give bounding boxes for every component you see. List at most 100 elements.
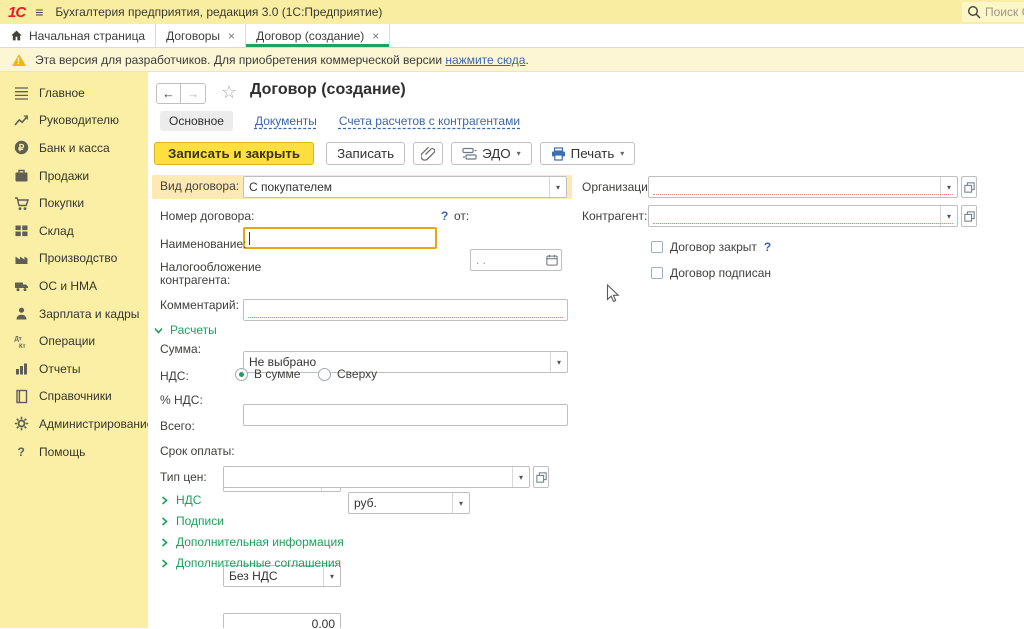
chevron-right-icon xyxy=(159,558,170,569)
sidebar-item-pokupki[interactable]: Покупки xyxy=(0,189,148,217)
print-button[interactable]: Печать ▾ xyxy=(540,142,636,165)
chevron-down-icon[interactable]: ▾ xyxy=(512,467,529,487)
1c-logo-icon: 1С xyxy=(8,4,25,21)
sidebar-label: Операции xyxy=(39,334,95,348)
window-tabbar: Начальная страница Договоры × Договор (с… xyxy=(0,24,1024,48)
svg-text:Дт: Дт xyxy=(15,336,22,342)
chevron-right-icon xyxy=(159,537,170,548)
nav-tab-osnovnoe[interactable]: Основное xyxy=(160,111,233,131)
sidebar-label: Продажи xyxy=(39,169,89,183)
nds-label: НДС: xyxy=(160,369,189,383)
chevron-down-icon[interactable]: ▾ xyxy=(452,493,469,513)
bar-chart-icon xyxy=(14,361,29,376)
chevron-down-icon[interactable]: ▾ xyxy=(940,177,957,197)
app-title: Бухгалтерия предприятия, редакция 3.0 (1… xyxy=(55,5,382,19)
sidebar-label: Администрирование xyxy=(39,417,153,431)
sidebar-item-administrirovanie[interactable]: Администрирование xyxy=(0,410,148,438)
currency-combo[interactable]: руб. ▾ xyxy=(348,492,470,514)
section-podpisi[interactable]: Подписи xyxy=(159,514,224,528)
nav-tab-dokumenty[interactable]: Документы xyxy=(255,114,317,128)
chevron-down-icon[interactable]: ▾ xyxy=(940,206,957,226)
sidebar-label: Склад xyxy=(39,224,74,238)
nav-tab-scheta[interactable]: Счета расчетов с контрагентами xyxy=(339,114,520,128)
date-input[interactable]: . . xyxy=(470,249,562,271)
text-caret xyxy=(249,232,250,245)
chevron-down-icon: ▾ xyxy=(517,149,521,158)
radio-unselected[interactable] xyxy=(318,368,331,381)
svg-text:?: ? xyxy=(18,445,25,459)
nds-radio-vsumme[interactable]: В сумме xyxy=(235,367,300,381)
sidebar-item-prodazhi[interactable]: Продажи xyxy=(0,162,148,190)
tip-cen-input[interactable]: ▾ xyxy=(223,466,530,488)
global-search-input[interactable]: Поиск Ctrl+F xyxy=(962,2,1024,22)
save-close-button[interactable]: Записать и закрыть xyxy=(154,142,314,165)
sidebar-item-otchety[interactable]: Отчеты xyxy=(0,355,148,383)
dogovor-podpisan-checkbox[interactable] xyxy=(651,267,663,279)
attachments-button[interactable] xyxy=(413,142,443,165)
close-icon[interactable]: × xyxy=(228,29,235,43)
kontragent-input[interactable]: ▾ xyxy=(648,205,958,227)
sidebar-item-pomosch[interactable]: ? Помощь xyxy=(0,438,148,466)
dev-version-banner: ! Эта версия для разработчиков. Для прио… xyxy=(0,48,1024,72)
open-form-button[interactable] xyxy=(533,466,549,488)
dogovor-zakryt-checkbox[interactable] xyxy=(651,241,663,253)
calendar-icon[interactable] xyxy=(542,250,561,270)
chevron-right-icon xyxy=(159,495,170,506)
naimenovanie-input[interactable] xyxy=(243,299,568,321)
nds-radio-sverhu[interactable]: Сверху xyxy=(318,367,377,381)
favorite-star-icon[interactable]: ☆ xyxy=(221,82,237,103)
tab-label: Договоры xyxy=(166,29,220,43)
tab-home[interactable]: Начальная страница xyxy=(0,24,156,47)
sidebar-label: Банк и касса xyxy=(39,141,110,155)
organizaciya-row: ▾ xyxy=(648,176,977,198)
print-label: Печать xyxy=(571,146,615,161)
paperclip-icon xyxy=(421,146,435,161)
close-icon[interactable]: × xyxy=(372,29,379,43)
sidebar-item-zarplata-kadry[interactable]: Зарплата и кадры xyxy=(0,300,148,328)
nomer-input[interactable] xyxy=(243,227,437,249)
edo-doc-exchange-icon xyxy=(462,147,477,161)
back-button[interactable]: ← xyxy=(156,83,181,104)
section-nds[interactable]: НДС xyxy=(159,493,201,507)
sidebar-item-spravochniki[interactable]: Справочники xyxy=(0,383,148,411)
chevron-down-icon: ▾ xyxy=(620,149,624,158)
factory-icon xyxy=(14,251,29,266)
dt-kt-icon: ДтКт xyxy=(14,334,29,349)
page-title: Договор (создание) xyxy=(250,81,406,99)
sidebar-item-os-nma[interactable]: ОС и НМА xyxy=(0,272,148,300)
contract-form: ← → ☆ Договор (создание) Основное Докуме… xyxy=(148,72,1024,628)
tab-label: Договор (создание) xyxy=(256,29,364,43)
sidebar-item-bank-kassa[interactable]: ₽ Банк и касса xyxy=(0,134,148,162)
tab-dogovor-sozdanie[interactable]: Договор (создание) × xyxy=(246,24,390,47)
sidebar-label: Руководителю xyxy=(39,113,119,127)
organizaciya-input[interactable]: ▾ xyxy=(648,176,958,198)
kommentariy-input[interactable] xyxy=(243,404,568,426)
sidebar-item-proizvodstvo[interactable]: Производство xyxy=(0,245,148,273)
sidebar-item-sklad[interactable]: Склад xyxy=(0,217,148,245)
chevron-down-icon[interactable]: ▾ xyxy=(549,177,566,197)
zakryt-help-icon[interactable]: ? xyxy=(764,240,771,254)
dogovor-podpisan-row: Договор подписан xyxy=(651,266,771,280)
forward-button[interactable]: → xyxy=(181,83,206,104)
sidebar-item-glavnoe[interactable]: Главное xyxy=(0,79,148,107)
tab-dogovory[interactable]: Договоры × xyxy=(156,24,246,47)
save-button[interactable]: Записать xyxy=(326,142,405,165)
section-dop-informaciya[interactable]: Дополнительная информация xyxy=(159,535,344,549)
open-form-button[interactable] xyxy=(961,176,977,198)
sidebar-label: Главное xyxy=(39,86,85,100)
edo-button[interactable]: ЭДО ▾ xyxy=(451,142,532,165)
chevron-down-icon[interactable]: ▾ xyxy=(550,352,567,372)
buy-commercial-link[interactable]: нажмите сюда xyxy=(445,53,525,67)
nomer-help-icon[interactable]: ? xyxy=(441,209,448,223)
search-placeholder: Поиск Ctrl+F xyxy=(985,5,1024,19)
sidebar-item-operacii[interactable]: ДтКт Операции xyxy=(0,327,148,355)
kontragent-row: ▾ xyxy=(648,205,977,227)
radio-selected[interactable] xyxy=(235,368,248,381)
section-dop-soglasheniya[interactable]: Дополнительные соглашения xyxy=(159,556,341,570)
sidebar-item-rukovoditelyu[interactable]: Руководителю xyxy=(0,107,148,135)
vid-dogovora-combo[interactable]: С покупателем ▾ xyxy=(243,176,567,198)
section-raschety[interactable]: Расчеты xyxy=(153,323,217,337)
open-form-button[interactable] xyxy=(961,205,977,227)
main-menu-icon[interactable]: ≡ xyxy=(35,4,43,20)
vsego-input[interactable]: 0,00 xyxy=(223,613,341,628)
